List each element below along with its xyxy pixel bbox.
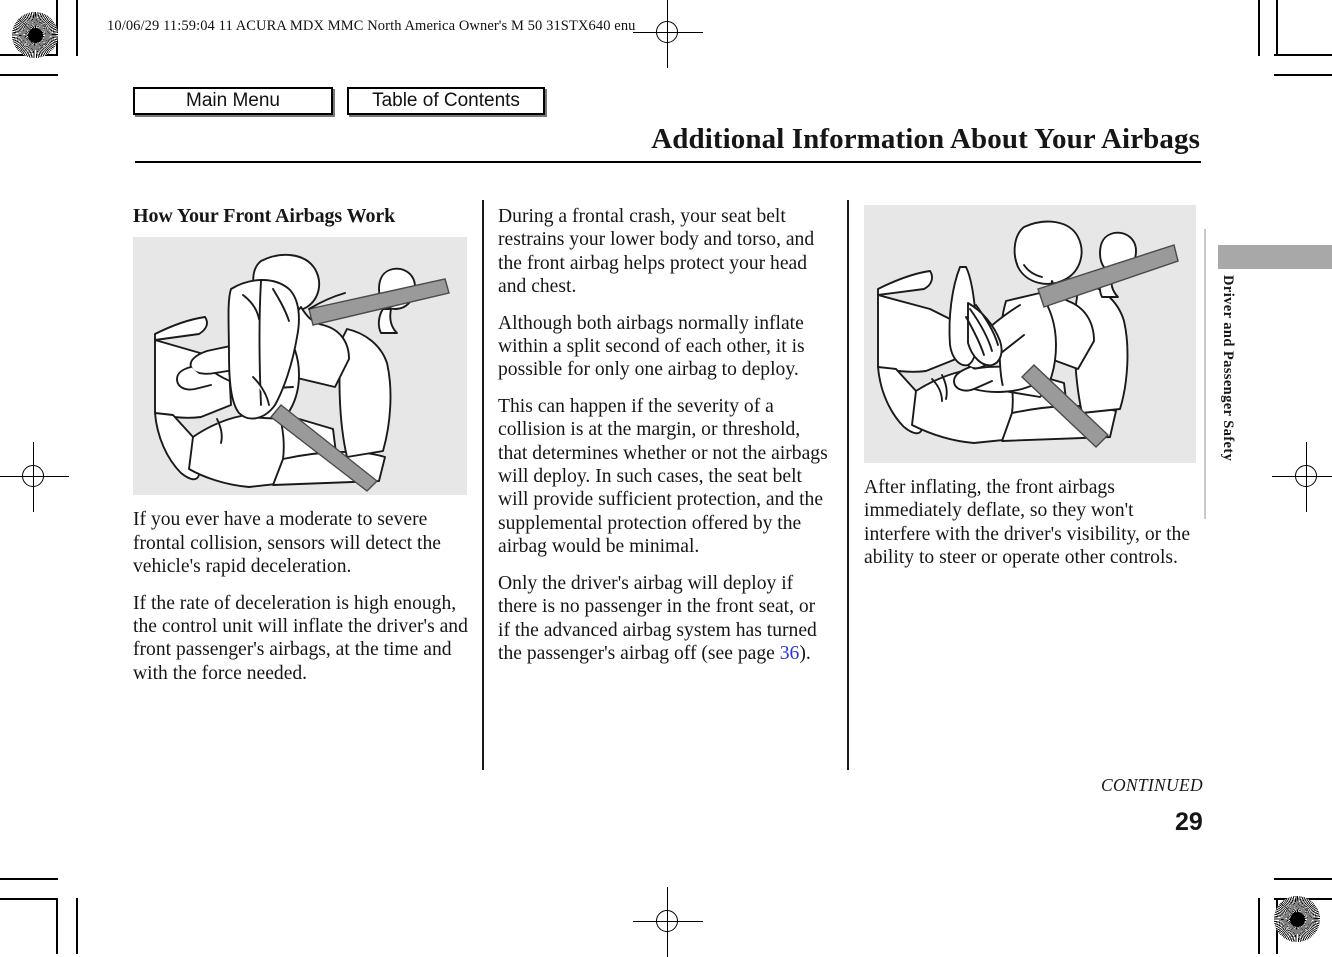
side-tab-band — [1218, 245, 1332, 269]
section-heading: How Your Front Airbags Work — [133, 205, 396, 227]
registration-cross-bottom-center — [633, 887, 703, 957]
paragraph: If the rate of deceleration is high enou… — [133, 592, 468, 684]
body-column-3: After inflating, the front airbags immed… — [864, 205, 1201, 570]
crop-mark-top-right-vertical — [1258, 0, 1260, 56]
paragraph: If you ever have a moderate to severe fr… — [133, 509, 441, 578]
registration-cross-left-center — [0, 442, 69, 512]
crop-mark-top-right-horizontal — [1274, 54, 1332, 56]
registration-cross-top-center — [633, 0, 703, 68]
crop-mark-bottom-right-inner-horizontal — [1274, 878, 1332, 880]
main-menu-button[interactable]: Main Menu — [133, 87, 333, 115]
page-number: 29 — [1175, 808, 1203, 836]
paragraph-with-page-reference: Only the driver's airbag will deploy if … — [498, 572, 831, 666]
crop-mark-top-left-inner-horizontal — [0, 74, 58, 76]
crop-mark-bottom-left-vertical — [56, 898, 58, 954]
paragraph-text-before-link: Only the driver's airbag will deploy if … — [498, 572, 817, 664]
registration-star-top-left — [12, 12, 58, 58]
crop-mark-bottom-left-inner-horizontal — [0, 878, 58, 880]
illustration-airbag-deflated — [864, 205, 1196, 463]
crop-mark-bottom-left-horizontal — [0, 898, 56, 900]
continued-label: CONTINUED — [1101, 775, 1203, 795]
crop-mark-top-left-inner-vertical — [76, 0, 78, 56]
column-divider-2 — [847, 200, 849, 770]
crop-mark-bottom-left-inner-vertical — [76, 898, 78, 954]
document-meta-line: 10/06/29 11:59:04 11 ACURA MDX MMC North… — [107, 18, 636, 34]
crop-mark-bottom-right-vertical — [1258, 898, 1260, 954]
paragraph: This can happen if the severity of a col… — [498, 395, 828, 558]
paragraph: During a frontal crash, your seat belt r… — [498, 206, 815, 298]
side-tab-label: Driver and Passenger Safety — [1220, 275, 1236, 462]
registration-cross-right-center — [1272, 442, 1332, 512]
table-of-contents-button-label: Table of Contents — [372, 90, 520, 111]
registration-star-bottom-right — [1274, 896, 1320, 942]
table-of-contents-button[interactable]: Table of Contents — [347, 87, 545, 115]
main-menu-button-label: Main Menu — [186, 90, 280, 111]
column-divider-1 — [482, 200, 484, 770]
illustration-airbag-deployed — [133, 237, 467, 496]
page-title: Additional Information About Your Airbag… — [651, 123, 1200, 155]
page-reference-link[interactable]: 36 — [780, 643, 800, 664]
crop-mark-top-right-inner-vertical — [1276, 0, 1278, 56]
paragraph-text-after-link: ). — [799, 642, 811, 664]
body-column-1: How Your Front Airbags Work If you ever … — [133, 205, 469, 685]
paragraph: After inflating, the front airbags immed… — [864, 477, 1191, 569]
title-rule — [135, 161, 1201, 164]
paragraph: Although both airbags normally inflate w… — [498, 312, 805, 381]
body-column-2: During a frontal crash, your seat belt r… — [498, 205, 831, 665]
crop-mark-top-right-inner-horizontal — [1274, 74, 1332, 76]
